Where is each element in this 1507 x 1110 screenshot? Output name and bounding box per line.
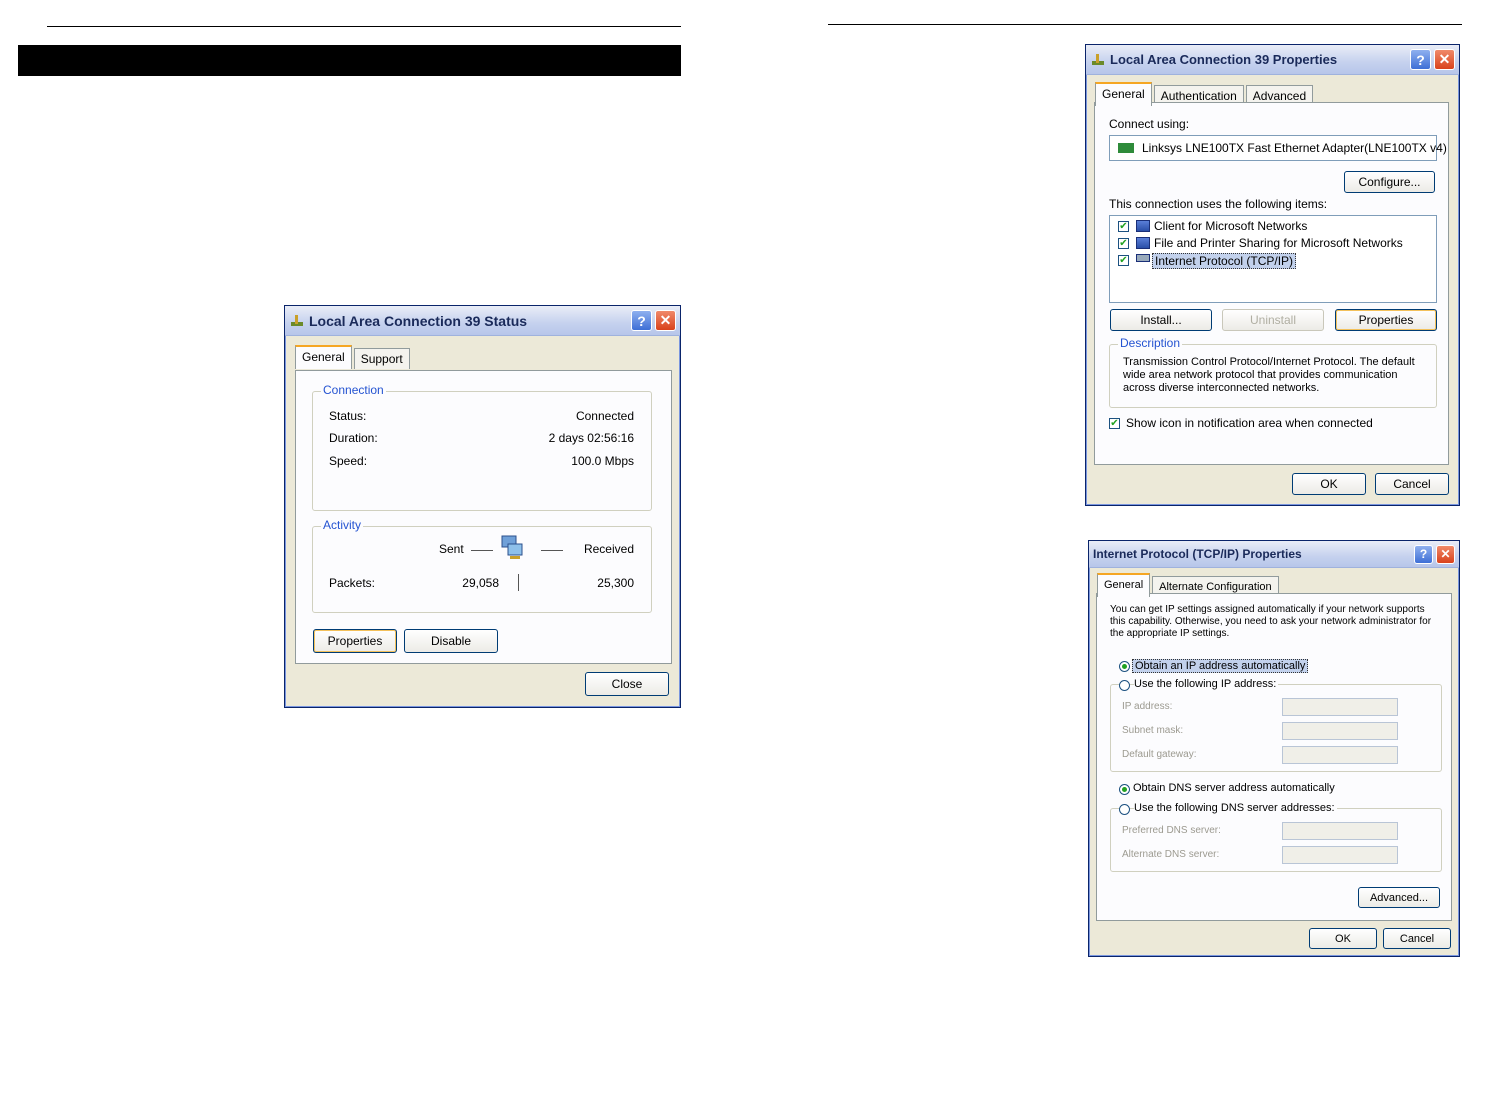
protocol-icon	[1136, 254, 1150, 262]
item-file-sharing[interactable]: File and Printer Sharing for Microsoft N…	[1154, 236, 1403, 250]
top-rule-right	[828, 24, 1462, 25]
status-label: Status:	[329, 409, 367, 423]
description-line: wide area network protocol that provides…	[1123, 369, 1398, 381]
received-line	[541, 550, 563, 551]
properties-button[interactable]: Properties	[1335, 309, 1437, 331]
preferred-dns-label: Preferred DNS server:	[1122, 825, 1221, 836]
speed-label: Speed:	[329, 454, 368, 468]
disable-button[interactable]: Disable	[404, 629, 498, 653]
item-checkbox[interactable]: ✔	[1118, 221, 1129, 232]
ok-button[interactable]: OK	[1292, 473, 1366, 495]
packets-divider	[518, 574, 519, 591]
use-ip-label[interactable]: Use the following IP address:	[1134, 678, 1279, 690]
intro-line: You can get IP settings assigned automat…	[1110, 604, 1425, 615]
activity-group: Activity	[312, 518, 652, 613]
item-checkbox[interactable]: ✔	[1118, 238, 1129, 249]
connection-legend: Connection	[321, 383, 386, 397]
item-client[interactable]: Client for Microsoft Networks	[1154, 219, 1307, 233]
obtain-ip-label[interactable]: Obtain an IP address automatically	[1132, 659, 1309, 673]
status-titlebar: Local Area Connection 39 Status ? ✕	[285, 306, 680, 336]
description-line: Transmission Control Protocol/Internet P…	[1123, 356, 1415, 368]
help-icon[interactable]: ?	[631, 310, 652, 331]
ip-address-label: IP address:	[1122, 701, 1173, 712]
obtain-dns-radio[interactable]	[1119, 784, 1130, 795]
item-checkbox[interactable]: ✔	[1118, 255, 1129, 266]
tcpip-titlebar: Internet Protocol (TCP/IP) Properties ? …	[1089, 541, 1459, 568]
activity-legend: Activity	[321, 518, 364, 532]
connect-using-label: Connect using:	[1109, 117, 1190, 131]
network-connection-icon	[289, 314, 305, 328]
network-connection-icon	[1090, 53, 1106, 67]
packets-sent-value: 29,058	[462, 576, 499, 590]
tcpip-general-panel: You can get IP settings assigned automat…	[1096, 593, 1452, 921]
network-card-icon	[1118, 143, 1134, 153]
properties-button[interactable]: Properties	[313, 629, 397, 653]
received-label: Received	[583, 542, 634, 556]
item-tcpip[interactable]: Internet Protocol (TCP/IP)	[1152, 253, 1297, 269]
speed-value: 100.0 Mbps	[571, 454, 634, 468]
client-icon	[1136, 220, 1150, 232]
close-button[interactable]: Close	[585, 672, 669, 696]
default-gateway-label: Default gateway:	[1122, 749, 1197, 760]
tcpip-dialog: Internet Protocol (TCP/IP) Properties ? …	[1088, 540, 1460, 957]
duration-value: 2 days 02:56:16	[548, 431, 634, 445]
status-general-panel: Connection Status: Connected Duration: 2…	[295, 370, 672, 664]
status-value: Connected	[575, 409, 634, 423]
computers-icon	[501, 535, 523, 559]
close-icon[interactable]: ✕	[1434, 49, 1455, 70]
ip-address-field[interactable]	[1282, 698, 1398, 716]
packets-received-value: 25,300	[597, 576, 634, 590]
tab-general[interactable]: General	[1097, 573, 1151, 597]
cancel-button[interactable]: Cancel	[1375, 473, 1449, 495]
adapter-box: Linksys LNE100TX Fast Ethernet Adapter(L…	[1109, 135, 1447, 161]
show-icon-checkbox[interactable]: ✔	[1109, 418, 1120, 429]
help-icon[interactable]: ?	[1410, 49, 1431, 70]
properties-general-panel: Connect using: Linksys LNE100TX Fast Eth…	[1094, 102, 1449, 465]
use-dns-radio[interactable]	[1119, 804, 1130, 815]
tcpip-title: Internet Protocol (TCP/IP) Properties	[1093, 547, 1302, 561]
sent-label: Sent	[439, 542, 464, 556]
description-line: across diverse interconnected networks.	[1123, 382, 1320, 394]
adapter-name: Linksys LNE100TX Fast Ethernet Adapter(L…	[1142, 141, 1447, 155]
close-icon[interactable]: ✕	[655, 310, 676, 331]
use-dns-label[interactable]: Use the following DNS server addresses:	[1134, 802, 1337, 814]
packets-label: Packets:	[329, 576, 376, 590]
show-icon-label[interactable]: Show icon in notification area when conn…	[1126, 416, 1373, 430]
status-dialog: Local Area Connection 39 Status ? ✕ Gene…	[284, 305, 681, 708]
subnet-mask-label: Subnet mask:	[1122, 725, 1184, 736]
cancel-button[interactable]: Cancel	[1383, 928, 1451, 949]
intro-line: the appropriate IP settings.	[1110, 628, 1230, 639]
tab-support[interactable]: Support	[353, 348, 410, 369]
help-icon[interactable]: ?	[1414, 544, 1433, 564]
default-gateway-field[interactable]	[1282, 746, 1398, 764]
intro-line: this capability. Otherwise, you need to …	[1110, 616, 1432, 627]
status-title: Local Area Connection 39 Status	[309, 312, 528, 329]
preferred-dns-field[interactable]	[1282, 822, 1398, 840]
properties-title: Local Area Connection 39 Properties	[1110, 52, 1338, 67]
advanced-button[interactable]: Advanced...	[1358, 887, 1440, 908]
duration-label: Duration:	[329, 431, 378, 445]
sent-line	[471, 550, 493, 551]
items-list[interactable]: ✔ Client for Microsoft Networks ✔ File a…	[1109, 215, 1437, 303]
ok-button[interactable]: OK	[1309, 928, 1377, 949]
tab-general[interactable]: General	[1095, 82, 1152, 106]
uninstall-button[interactable]: Uninstall	[1222, 309, 1324, 331]
properties-titlebar: Local Area Connection 39 Properties ? ✕	[1086, 45, 1459, 75]
file-sharing-icon	[1136, 237, 1150, 249]
alternate-dns-label: Alternate DNS server:	[1122, 849, 1220, 860]
description-legend: Description	[1118, 336, 1183, 350]
properties-dialog: Local Area Connection 39 Properties ? ✕ …	[1085, 44, 1460, 506]
obtain-ip-radio[interactable]	[1119, 661, 1130, 672]
configure-button[interactable]: Configure...	[1344, 171, 1435, 193]
obtain-dns-label[interactable]: Obtain DNS server address automatically	[1133, 782, 1335, 794]
alternate-dns-field[interactable]	[1282, 846, 1398, 864]
install-button[interactable]: Install...	[1110, 309, 1212, 331]
top-rule-left	[47, 26, 681, 27]
close-icon[interactable]: ✕	[1436, 544, 1455, 564]
header-bar	[18, 45, 681, 76]
tab-general[interactable]: General	[295, 345, 352, 369]
subnet-mask-field[interactable]	[1282, 722, 1398, 740]
items-label: This connection uses the following items…	[1109, 197, 1328, 211]
use-ip-radio[interactable]	[1119, 680, 1130, 691]
